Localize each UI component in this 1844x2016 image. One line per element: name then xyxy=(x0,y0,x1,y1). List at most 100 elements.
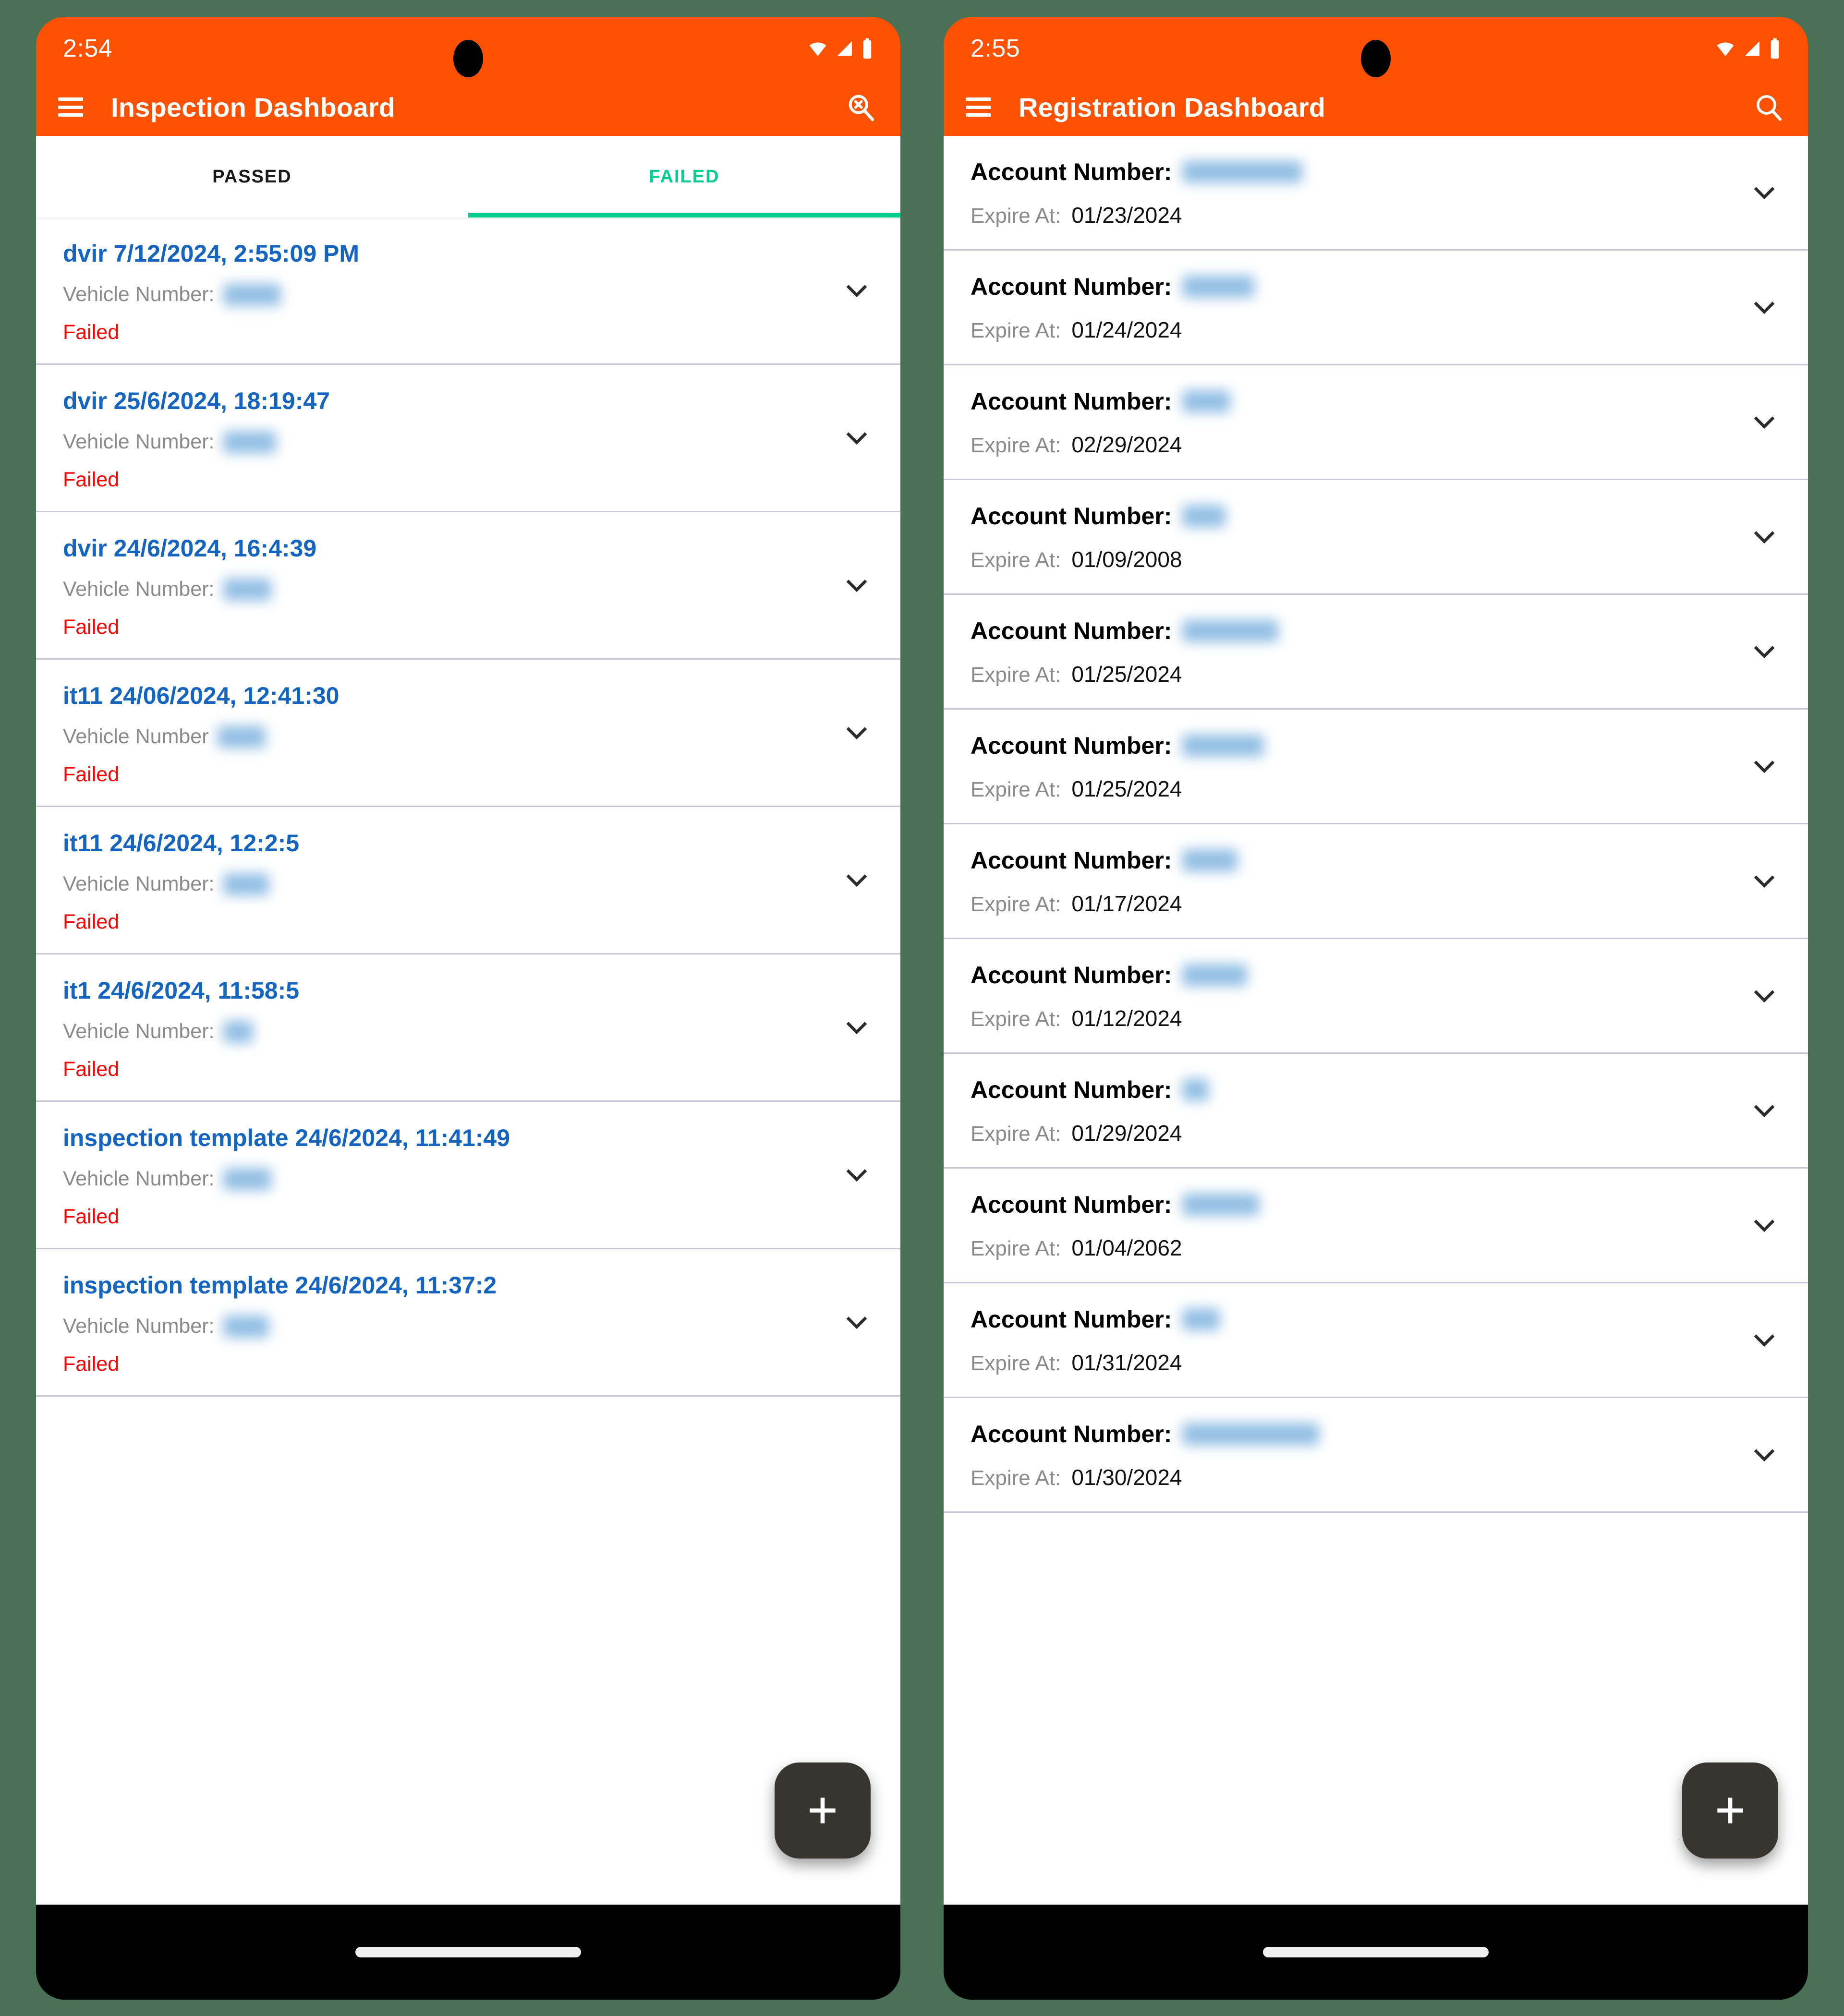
expire-at-value: 01/25/2024 xyxy=(1071,662,1182,687)
chevron-down-icon[interactable] xyxy=(843,1308,871,1336)
hamburger-menu-icon[interactable] xyxy=(58,97,83,117)
account-number-value-redacted xyxy=(1182,1079,1209,1101)
registration-list-item[interactable]: Account Number: Expire At: 01/17/2024 xyxy=(944,824,1808,939)
inspection-title: it11 24/06/2024, 12:41:30 xyxy=(63,682,340,709)
account-number-field: Account Number: xyxy=(971,1420,1781,1448)
account-number-field: Account Number: xyxy=(971,387,1781,415)
inspection-list-item[interactable]: it1 24/6/2024, 11:58:5 Vehicle Number: Fai… xyxy=(36,954,900,1102)
chevron-down-icon[interactable] xyxy=(1750,1326,1778,1354)
status-bar: 2:54 xyxy=(36,17,900,78)
chevron-down-icon[interactable] xyxy=(843,424,871,452)
app-bar: Registration Dashboard xyxy=(944,78,1808,136)
search-off-icon[interactable] xyxy=(846,92,876,122)
registration-list-item[interactable]: Account Number: Expire At: 01/12/2024 xyxy=(944,939,1808,1054)
chevron-down-icon[interactable] xyxy=(843,719,871,747)
registration-list-item[interactable]: Account Number: Expire At: 01/24/2024 xyxy=(944,251,1808,365)
registration-list[interactable]: Account Number: Expire At: 01/23/2024 Accou… xyxy=(944,136,1808,1513)
account-number-value-redacted xyxy=(1182,1308,1220,1330)
account-number-field: Account Number: xyxy=(971,732,1781,760)
vehicle-number-value-redacted xyxy=(223,431,276,453)
chevron-down-icon[interactable] xyxy=(1750,408,1778,436)
tab-failed[interactable]: FAILED xyxy=(468,136,900,217)
chevron-down-icon[interactable] xyxy=(843,277,871,304)
inspection-status: Failed xyxy=(63,910,120,933)
front-camera-cutout xyxy=(453,40,483,77)
home-gesture-pill[interactable] xyxy=(1263,1947,1489,1957)
registration-list-item[interactable]: Account Number: Expire At: 02/29/2024 xyxy=(944,365,1808,480)
registration-list-item[interactable]: Account Number: Expire At: 01/04/2062 xyxy=(944,1169,1808,1283)
vehicle-number-label: Vehicle Number: xyxy=(63,1020,215,1043)
chevron-down-icon[interactable] xyxy=(1750,179,1778,206)
vehicle-number-field: Vehicle Number: xyxy=(63,578,873,601)
account-number-label: Account Number: xyxy=(971,1191,1172,1218)
registration-list-item[interactable]: Account Number: Expire At: 01/09/2008 xyxy=(944,480,1808,595)
phone-inspection: 2:54 Inspection Dashboard PASSED FAILED … xyxy=(36,17,900,2000)
chevron-down-icon[interactable] xyxy=(1750,1097,1778,1124)
expire-at-label: Expire At: xyxy=(971,1007,1061,1031)
inspection-status: Failed xyxy=(63,1205,120,1228)
chevron-down-icon[interactable] xyxy=(1750,523,1778,551)
account-number-value-redacted xyxy=(1182,1423,1320,1445)
account-number-value-redacted xyxy=(1182,620,1279,642)
search-icon[interactable] xyxy=(1753,92,1784,122)
inspection-list-item[interactable]: dvir 25/6/2024, 18:19:47 Vehicle Number: F… xyxy=(36,365,900,512)
chevron-down-icon[interactable] xyxy=(843,571,871,599)
account-number-label: Account Number: xyxy=(971,273,1172,300)
inspection-list-item[interactable]: inspection template 24/6/2024, 11:37:2 Ve… xyxy=(36,1249,900,1397)
expire-at-label: Expire At: xyxy=(971,548,1061,572)
home-gesture-pill[interactable] xyxy=(355,1947,581,1957)
registration-list-item[interactable]: Account Number: Expire At: 01/25/2024 xyxy=(944,710,1808,824)
inspection-status: Failed xyxy=(63,616,120,639)
account-number-field: Account Number: xyxy=(971,961,1781,989)
chevron-down-icon[interactable] xyxy=(843,1014,871,1041)
expire-at-label: Expire At: xyxy=(971,663,1061,687)
chevron-down-icon[interactable] xyxy=(1750,1211,1778,1239)
expire-at-label: Expire At: xyxy=(971,319,1061,342)
expire-at-field: Expire At: 01/29/2024 xyxy=(971,1120,1781,1146)
tab-passed[interactable]: PASSED xyxy=(36,136,468,217)
account-number-field: Account Number: xyxy=(971,1076,1781,1104)
expire-at-field: Expire At: 01/09/2008 xyxy=(971,546,1781,572)
account-number-field: Account Number: xyxy=(971,158,1781,186)
chevron-down-icon[interactable] xyxy=(1750,867,1778,895)
inspection-list-item[interactable]: dvir 24/6/2024, 16:4:39 Vehicle Number: Fa… xyxy=(36,512,900,660)
registration-list-item[interactable]: Account Number: Expire At: 01/30/2024 xyxy=(944,1398,1808,1513)
account-number-field: Account Number: xyxy=(971,273,1781,301)
add-inspection-fab[interactable] xyxy=(775,1762,871,1859)
registration-list-item[interactable]: Account Number: Expire At: 01/25/2024 xyxy=(944,595,1808,710)
expire-at-label: Expire At: xyxy=(971,1237,1061,1260)
chevron-down-icon[interactable] xyxy=(1750,752,1778,780)
inspection-title: dvir 25/6/2024, 18:19:47 xyxy=(63,387,330,414)
inspection-list-item[interactable]: inspection template 24/6/2024, 11:41:49 V… xyxy=(36,1102,900,1249)
expire-at-value: 02/29/2024 xyxy=(1071,432,1182,457)
registration-list-item[interactable]: Account Number: Expire At: 01/23/2024 xyxy=(944,136,1808,251)
inspection-title: dvir 24/6/2024, 16:4:39 xyxy=(63,535,317,562)
screenshot-stage: 2:54 Inspection Dashboard PASSED FAILED … xyxy=(0,0,1844,2016)
inspection-list-item[interactable]: it11 24/06/2024, 12:41:30 Vehicle Number F… xyxy=(36,660,900,807)
registration-list-item[interactable]: Account Number: Expire At: 01/29/2024 xyxy=(944,1054,1808,1169)
expire-at-field: Expire At: 02/29/2024 xyxy=(971,432,1781,458)
chevron-down-icon[interactable] xyxy=(1750,638,1778,665)
expire-at-field: Expire At: 01/17/2024 xyxy=(971,891,1781,917)
chevron-down-icon[interactable] xyxy=(843,866,871,894)
inspection-list-item[interactable]: dvir 7/12/2024, 2:55:09 PM Vehicle Number… xyxy=(36,217,900,365)
inspection-list-item[interactable]: it11 24/6/2024, 12:2:5 Vehicle Number: Fai… xyxy=(36,807,900,954)
system-navigation-bar xyxy=(36,1905,900,2000)
chevron-down-icon[interactable] xyxy=(1750,1441,1778,1469)
account-number-field: Account Number: xyxy=(971,502,1781,530)
inspection-status: Failed xyxy=(63,1058,120,1081)
account-number-label: Account Number: xyxy=(971,962,1172,989)
chevron-down-icon[interactable] xyxy=(843,1161,871,1189)
inspection-list[interactable]: dvir 7/12/2024, 2:55:09 PM Vehicle Number… xyxy=(36,217,900,1397)
chevron-down-icon[interactable] xyxy=(1750,982,1778,1010)
status-icons xyxy=(807,36,873,59)
cellular-signal-icon xyxy=(1743,39,1762,58)
vehicle-number-value-redacted xyxy=(223,1315,269,1338)
chevron-down-icon[interactable] xyxy=(1750,293,1778,321)
add-registration-fab[interactable] xyxy=(1682,1762,1778,1859)
account-number-field: Account Number: xyxy=(971,617,1781,645)
registration-list-item[interactable]: Account Number: Expire At: 01/31/2024 xyxy=(944,1283,1808,1398)
hamburger-menu-icon[interactable] xyxy=(966,97,991,117)
expire-at-field: Expire At: 01/25/2024 xyxy=(971,776,1781,802)
screen-registration: 2:55 Registration Dashboard Account Numb… xyxy=(944,17,1808,1905)
